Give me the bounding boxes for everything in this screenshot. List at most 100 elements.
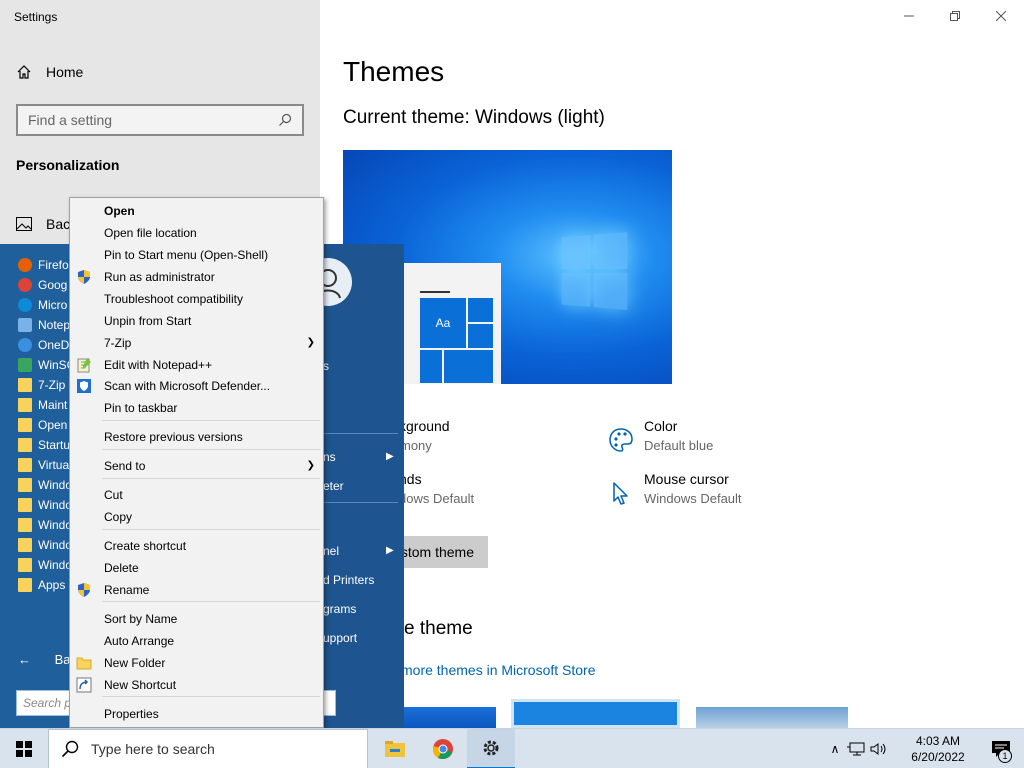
theme-thumbnail[interactable] <box>403 707 496 728</box>
folder-icon <box>18 378 32 392</box>
start-program-label: Virtua <box>38 458 70 472</box>
start-program-item[interactable]: WinSC <box>18 358 75 372</box>
taskbar-file-explorer[interactable] <box>371 729 419 768</box>
folder-icon <box>18 398 32 412</box>
start-right-item[interactable]: upport <box>323 631 357 645</box>
taskbar-settings[interactable] <box>467 729 515 768</box>
theme-mouse-cursor-item[interactable]: Mouse cursor Windows Default <box>607 471 867 506</box>
folder-icon <box>18 498 32 512</box>
start-program-item[interactable]: Goog <box>18 278 67 292</box>
chevron-up-icon[interactable]: ∧ <box>824 742 846 756</box>
back-button[interactable]: ← Ba <box>18 652 71 667</box>
theme-color-item[interactable]: Color Default blue <box>607 418 867 453</box>
minimize-button[interactable] <box>886 0 932 32</box>
menu-item-sort-by-name[interactable]: Sort by Name <box>104 608 319 630</box>
start-program-item[interactable]: Windo <box>18 538 72 552</box>
menu-item-create-shortcut[interactable]: Create shortcut <box>104 535 319 557</box>
start-program-label: Windo <box>38 498 73 512</box>
start-program-item[interactable]: Open <box>18 418 67 432</box>
start-right-item[interactable]: ns <box>323 450 336 464</box>
menu-item-label: Pin to Start menu (Open-Shell) <box>104 248 269 262</box>
menu-item-auto-arrange[interactable]: Auto Arrange <box>104 630 319 652</box>
start-program-item[interactable]: Windo <box>18 498 72 512</box>
start-program-item[interactable]: Firefo <box>18 258 69 272</box>
menu-item-open-file-location[interactable]: Open file location <box>104 222 319 244</box>
menu-item-7-zip[interactable]: 7-Zip ❯ <box>104 332 319 354</box>
start-program-item[interactable]: Startu <box>18 438 70 452</box>
start-program-item[interactable]: Windo <box>18 478 72 492</box>
store-link[interactable]: more themes in Microsoft Store <box>401 662 596 678</box>
back-arrow-icon: ← <box>18 652 31 667</box>
menu-item-run-as-administrator[interactable]: Run as administrator <box>104 266 319 288</box>
start-program-item[interactable]: 7-Zip <box>18 378 65 392</box>
app-title: Settings <box>14 10 58 24</box>
start-right-item[interactable]: eter <box>323 479 344 493</box>
restore-button[interactable] <box>932 0 978 32</box>
start-program-item[interactable]: Micro <box>18 298 67 312</box>
menu-item-label: Properties <box>104 707 159 721</box>
menu-separator <box>102 478 320 479</box>
menu-item-delete[interactable]: Delete <box>104 557 319 579</box>
menu-item-edit-with-notepad[interactable]: Edit with Notepad++ <box>104 354 319 376</box>
close-icon <box>996 11 1006 21</box>
menu-item-new-shortcut[interactable]: New Shortcut <box>104 674 319 696</box>
menu-item-send-to[interactable]: Send to ❯ <box>104 455 319 477</box>
close-button[interactable] <box>978 0 1024 32</box>
menu-item-troubleshoot-compatibility[interactable]: Troubleshoot compatibility <box>104 288 319 310</box>
start-program-item[interactable]: Windo <box>18 558 72 572</box>
theme-thumbnail-selected[interactable] <box>511 699 680 728</box>
start-program-item[interactable]: Windo <box>18 518 72 532</box>
settings-search-input[interactable]: Find a setting <box>16 104 304 136</box>
taskbar-clock[interactable]: 4:03 AM 6/20/2022 <box>898 733 978 765</box>
onedrive-icon <box>18 338 32 352</box>
menu-item-restore-previous-versions[interactable]: Restore previous versions <box>104 426 319 448</box>
menu-item-rename[interactable]: Rename <box>104 579 319 601</box>
volume-icon[interactable] <box>868 741 890 757</box>
folder-icon <box>18 578 32 592</box>
minimize-icon <box>904 15 914 17</box>
menu-separator <box>102 529 320 530</box>
start-right-item[interactable]: nel <box>323 544 339 558</box>
start-program-label: Windo <box>38 478 73 492</box>
menu-item-unpin-from-start[interactable]: Unpin from Start <box>104 310 319 332</box>
start-right-item[interactable]: grams <box>323 602 356 616</box>
theme-item-sub: dows Default <box>399 491 475 506</box>
menu-item-label: Auto Arrange <box>104 634 175 648</box>
menu-item-label: Run as administrator <box>104 270 215 284</box>
theme-thumbnail[interactable] <box>696 707 848 728</box>
menu-item-new-folder[interactable]: New Folder <box>104 652 319 674</box>
menu-item-copy[interactable]: Copy <box>104 506 319 528</box>
theme-item-name: nds <box>399 471 422 487</box>
menu-item-pin-to-taskbar[interactable]: Pin to taskbar <box>104 397 319 419</box>
sidebar-item-background[interactable]: Bac <box>16 216 70 232</box>
notification-center-button[interactable]: 1 <box>978 729 1024 768</box>
start-program-item[interactable]: Apps <box>18 578 65 592</box>
home-icon <box>17 65 31 79</box>
menu-item-label: Unpin from Start <box>104 314 192 328</box>
menu-item-label: Edit with Notepad++ <box>104 358 213 372</box>
start-program-item[interactable]: Notep <box>18 318 70 332</box>
taskbar-search-input[interactable]: Type here to search <box>48 729 368 768</box>
menu-separator <box>102 420 320 421</box>
file-explorer-icon <box>385 741 405 757</box>
start-program-item[interactable]: OneD <box>18 338 69 352</box>
menu-item-pin-to-start-menu-open-shell[interactable]: Pin to Start menu (Open-Shell) <box>104 244 319 266</box>
network-icon[interactable] <box>846 741 868 757</box>
menu-item-open[interactable]: Open <box>104 200 319 222</box>
start-program-item[interactable]: Maint <box>18 398 67 412</box>
taskbar-chrome[interactable] <box>419 729 467 768</box>
start-program-item[interactable]: Virtua <box>18 458 69 472</box>
menu-item-label: Troubleshoot compatibility <box>104 292 243 306</box>
theme-item-name: kground <box>399 418 450 434</box>
menu-item-label: Open <box>104 204 135 218</box>
menu-item-cut[interactable]: Cut <box>104 484 319 506</box>
menu-item-scan-with-microsoft-defender[interactable]: Scan with Microsoft Defender... <box>104 375 319 397</box>
start-button[interactable] <box>0 729 48 768</box>
chevron-right-icon: ▶ <box>386 451 394 462</box>
home-nav-item[interactable]: Home <box>16 64 83 80</box>
start-program-label: Windo <box>38 518 73 532</box>
start-right-item[interactable]: d Printers <box>323 573 374 587</box>
start-program-label: OneD <box>38 338 70 352</box>
firefox-icon <box>18 258 32 272</box>
menu-item-properties[interactable]: Properties <box>104 703 319 725</box>
